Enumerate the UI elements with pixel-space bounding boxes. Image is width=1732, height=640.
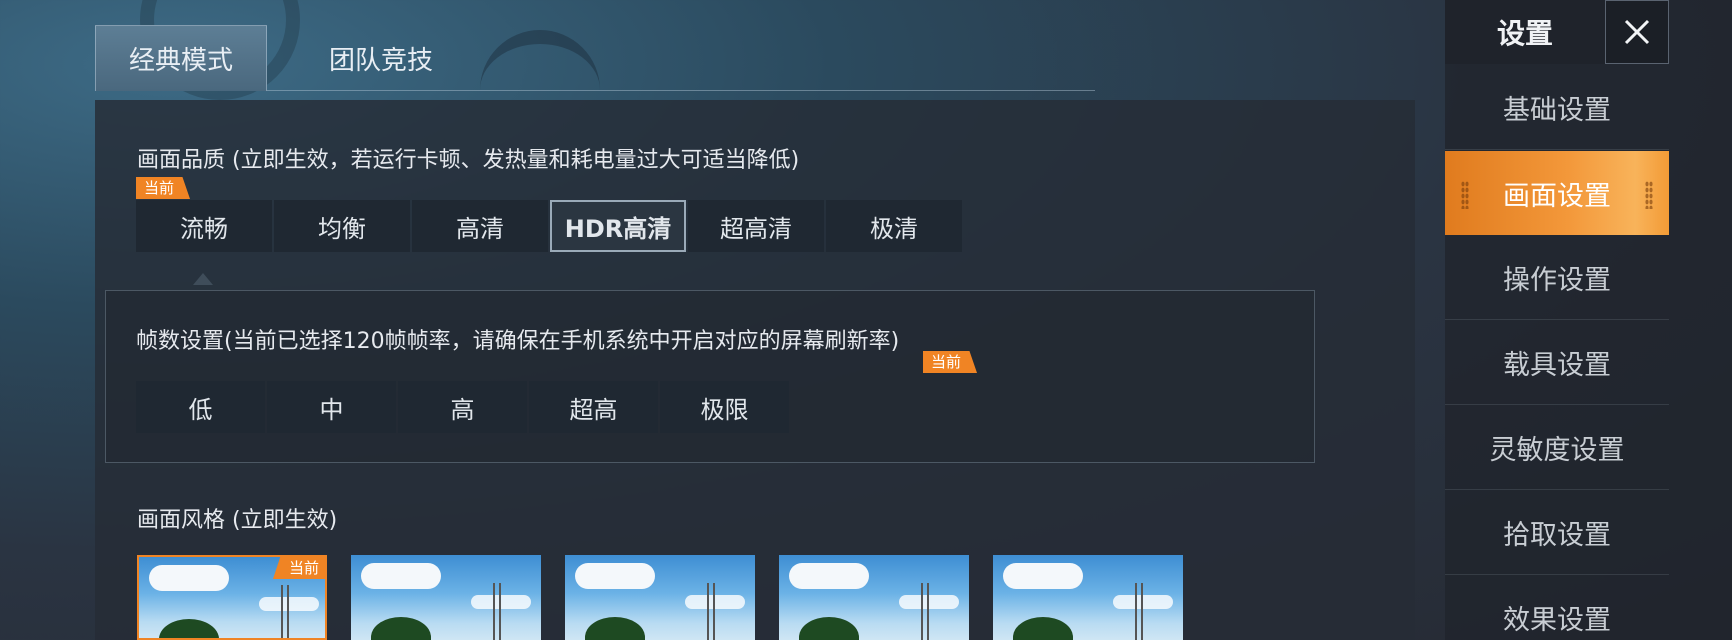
style-section-title: 画面风格 (立即生效) (137, 508, 338, 533)
quality-option-hd[interactable]: 高清 (412, 200, 548, 252)
style-thumbnail[interactable]: 当前 (137, 555, 327, 640)
sidebar-title: 设置 (1445, 0, 1605, 64)
current-badge: 当前 (923, 351, 978, 373)
cloud-shape (575, 563, 655, 589)
cloud-shape (789, 563, 869, 589)
graphics-settings-panel: 画面品质 (立即生效，若运行卡顿、发热量和耗电量过大可适当降低) 当前 流畅 均… (95, 100, 1415, 640)
sidebar-item-graphics[interactable]: 画面设置 (1445, 151, 1669, 235)
sidebar-item-basic[interactable]: 基础设置 (1445, 66, 1669, 150)
quality-option-balanced[interactable]: 均衡 (274, 200, 410, 252)
quality-option-smooth[interactable]: 流畅 (136, 200, 272, 252)
grip-decoration (1461, 181, 1469, 209)
tab-classic-mode[interactable]: 经典模式 (95, 25, 267, 91)
style-thumbnail[interactable] (565, 555, 755, 640)
cloud-shape (1113, 595, 1173, 609)
grip-decoration (1645, 181, 1653, 209)
cloud-shape (361, 563, 441, 589)
quality-options: 流畅 均衡 高清 HDR高清 超高清 极清 (136, 200, 964, 252)
settings-sidebar: 设置 基础设置 画面设置 操作设置 载具设置 灵敏度设置 拾取设置 效果设置 (1445, 0, 1732, 640)
cloud-shape (259, 597, 319, 611)
framerate-box: 帧数设置(当前已选择120帧帧率，请确保在手机系统中开启对应的屏幕刷新率) 当前… (105, 290, 1315, 463)
tree-shape (799, 617, 859, 640)
sidebar-item-sensitivity[interactable]: 灵敏度设置 (1445, 406, 1669, 490)
cloud-shape (685, 595, 745, 609)
cloud-shape (149, 565, 229, 591)
tower-shape (281, 585, 289, 638)
framerate-option-low[interactable]: 低 (136, 381, 265, 433)
tree-shape (159, 619, 219, 638)
framerate-option-extreme[interactable]: 极限 (660, 381, 789, 433)
sidebar-item-effects[interactable]: 效果设置 (1445, 576, 1669, 640)
mode-tabs: 经典模式 团队竞技 (95, 25, 1095, 91)
tree-shape (371, 617, 431, 640)
current-badge: 当前 (136, 177, 191, 199)
tower-shape (493, 583, 501, 640)
pointer-arrow (193, 273, 213, 285)
quality-option-ultra-hd[interactable]: 超高清 (688, 200, 824, 252)
sidebar-item-pickup[interactable]: 拾取设置 (1445, 491, 1669, 575)
close-icon (1624, 19, 1650, 45)
tab-team-deathmatch[interactable]: 团队竞技 (295, 25, 467, 91)
framerate-option-medium[interactable]: 中 (267, 381, 396, 433)
framerate-option-high[interactable]: 高 (398, 381, 527, 433)
framerate-option-ultra[interactable]: 超高 (529, 381, 658, 433)
style-thumbnail[interactable] (993, 555, 1183, 640)
tower-shape (921, 583, 929, 640)
current-badge: 当前 (272, 557, 325, 579)
quality-option-extreme[interactable]: 极清 (826, 200, 962, 252)
framerate-section-title: 帧数设置(当前已选择120帧帧率，请确保在手机系统中开启对应的屏幕刷新率) (136, 329, 900, 354)
quality-section-title: 画面品质 (立即生效，若运行卡顿、发热量和耗电量过大可适当降低) (137, 148, 800, 173)
tower-shape (1135, 583, 1143, 640)
cloud-shape (471, 595, 531, 609)
close-button[interactable] (1605, 0, 1669, 64)
sidebar-item-controls[interactable]: 操作设置 (1445, 236, 1669, 320)
style-thumbnail[interactable] (779, 555, 969, 640)
tree-shape (585, 617, 645, 640)
cloud-shape (1003, 563, 1083, 589)
tree-shape (1013, 617, 1073, 640)
sidebar-item-label: 画面设置 (1503, 180, 1611, 212)
cloud-shape (899, 595, 959, 609)
framerate-options: 低 中 高 超高 极限 (136, 381, 791, 433)
tower-shape (707, 583, 715, 640)
quality-option-hdr-hd[interactable]: HDR高清 (550, 200, 686, 252)
sidebar-item-vehicle[interactable]: 载具设置 (1445, 321, 1669, 405)
style-thumbnail[interactable] (351, 555, 541, 640)
